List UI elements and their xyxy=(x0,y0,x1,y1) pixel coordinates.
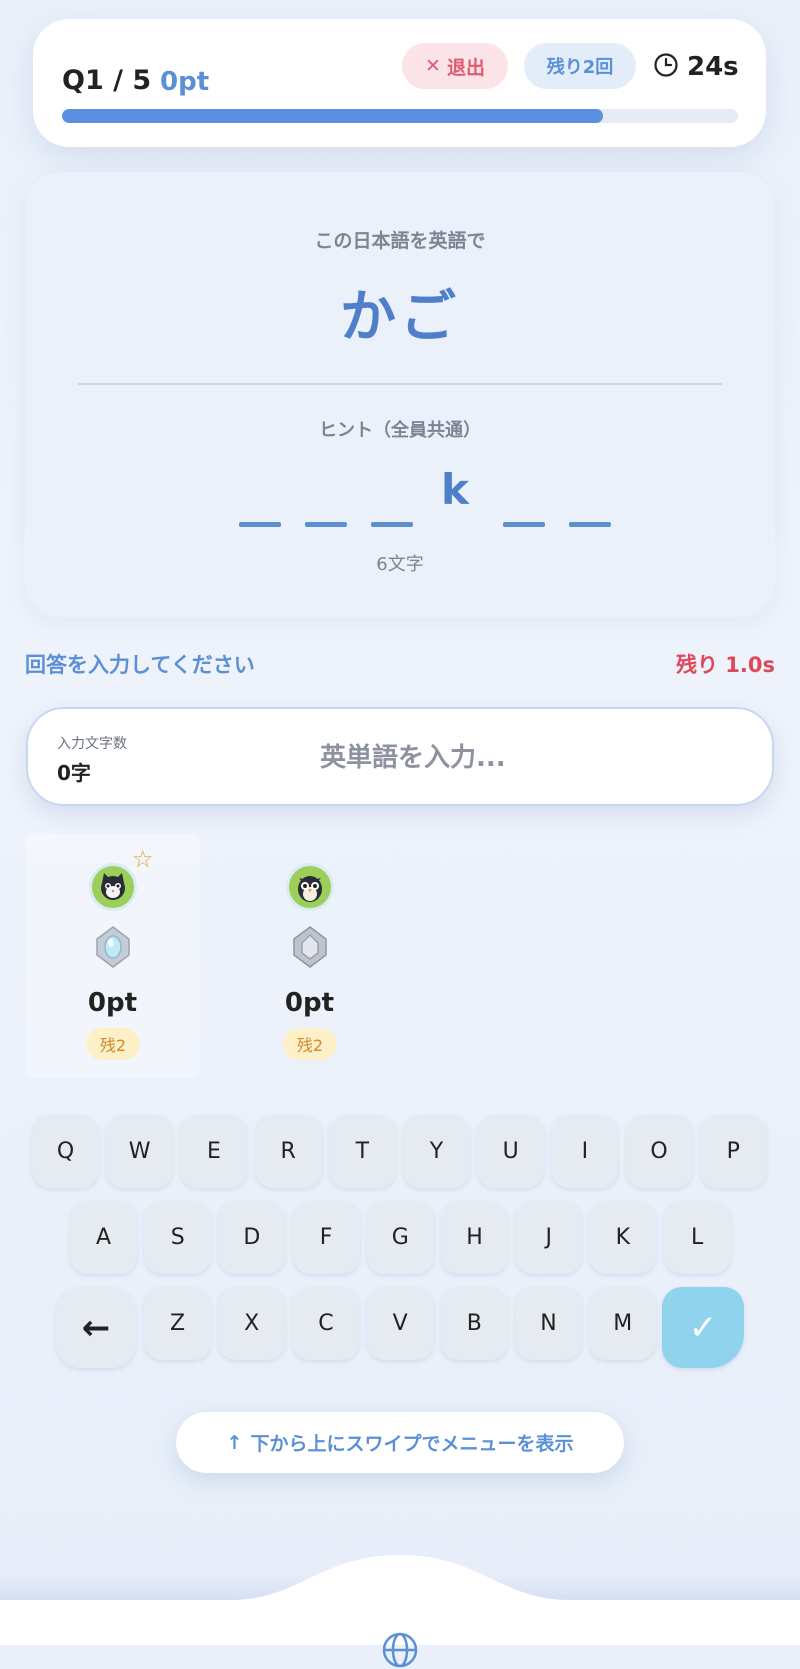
key-w[interactable]: W xyxy=(106,1115,174,1188)
submit-key[interactable]: ✓ xyxy=(662,1287,744,1368)
question-counter: Q1 / 5 xyxy=(62,65,152,96)
player-remaining-badge: 残2 xyxy=(86,1028,140,1060)
key-q[interactable]: Q xyxy=(32,1115,99,1188)
progress-bar xyxy=(62,109,738,123)
answer-input-box[interactable]: 入力文字数 0字 xyxy=(26,707,774,806)
answer-label: 回答を入力してください xyxy=(25,653,255,677)
timer-value: 24s xyxy=(687,52,739,82)
key-f[interactable]: F xyxy=(292,1201,360,1274)
timer: 24s xyxy=(653,49,739,85)
player-points: 0pt xyxy=(284,988,335,1018)
hint-letter: k xyxy=(441,465,469,514)
remaining-attempts-badge: 残り2回 xyxy=(524,43,636,89)
hint-blank xyxy=(503,522,545,527)
game-header: Q1 / 5 0pt ✕ 退出 残り2回 24s xyxy=(33,19,766,147)
key-r[interactable]: R xyxy=(254,1115,322,1188)
hint-slot xyxy=(305,467,347,527)
key-c[interactable]: C xyxy=(292,1287,360,1360)
key-i[interactable]: I xyxy=(551,1115,619,1188)
char-count-value: 0字 xyxy=(57,761,91,785)
key-x[interactable]: X xyxy=(218,1287,286,1360)
answer-input[interactable] xyxy=(318,733,722,783)
clock-icon xyxy=(653,52,679,82)
key-a[interactable]: A xyxy=(70,1201,137,1274)
swipe-hint-text: 下から上にスワイプでメニューを表示 xyxy=(250,1433,574,1455)
hint-blank xyxy=(371,522,413,527)
question-card: この日本語を英語で かご ヒント（全員共通） k 6文字 xyxy=(25,172,775,617)
close-icon: ✕ xyxy=(425,55,441,77)
hint-slot xyxy=(569,467,611,527)
key-p[interactable]: P xyxy=(699,1115,767,1188)
globe-icon[interactable] xyxy=(381,1631,419,1669)
key-e[interactable]: E xyxy=(180,1115,248,1188)
score-points: 0pt xyxy=(160,67,210,97)
key-g[interactable]: G xyxy=(366,1201,434,1274)
owl-icon xyxy=(286,863,334,911)
key-l[interactable]: L xyxy=(663,1201,731,1274)
divider xyxy=(78,383,722,385)
key-u[interactable]: U xyxy=(477,1115,545,1188)
hint-slot: k xyxy=(434,465,476,527)
arrow-up-icon: ↑ xyxy=(226,1431,243,1454)
key-d[interactable]: D xyxy=(218,1201,286,1274)
hint-blank xyxy=(305,522,347,527)
backspace-key[interactable]: ← xyxy=(56,1287,136,1368)
hint-slot xyxy=(371,467,413,527)
key-o[interactable]: O xyxy=(625,1115,693,1188)
crystal-rank-icon xyxy=(290,925,330,969)
hint-slot xyxy=(503,467,545,527)
player-remaining-badge: 残2 xyxy=(283,1028,337,1060)
star-icon: ☆ xyxy=(132,845,154,873)
hint-slots: k xyxy=(215,465,615,527)
hint-blank xyxy=(569,522,611,527)
key-m[interactable]: M xyxy=(589,1287,657,1360)
key-z[interactable]: Z xyxy=(144,1287,211,1360)
key-b[interactable]: B xyxy=(440,1287,508,1360)
key-n[interactable]: N xyxy=(515,1287,582,1360)
exit-button-label: 退出 xyxy=(446,56,485,79)
key-v[interactable]: V xyxy=(366,1287,434,1360)
hint-slot xyxy=(239,467,281,527)
key-j[interactable]: J xyxy=(515,1201,583,1274)
hint-label: ヒント（全員共通） xyxy=(319,420,481,441)
key-s[interactable]: S xyxy=(144,1201,212,1274)
hint-blank xyxy=(239,522,281,527)
remaining-time: 残り 1.0s xyxy=(675,653,775,677)
key-t[interactable]: T xyxy=(328,1115,396,1188)
swipe-hint[interactable]: ↑ 下から上にスワイプでメニューを表示 xyxy=(176,1412,624,1473)
players-panel: ☆ 0pt 残2 0pt 残2 xyxy=(25,833,775,1078)
char-count-label: 入力文字数 xyxy=(57,736,127,752)
key-h[interactable]: H xyxy=(441,1201,508,1274)
cat-icon xyxy=(89,863,137,911)
exit-button[interactable]: ✕ 退出 xyxy=(402,43,508,89)
crystal-rank-icon xyxy=(93,925,133,969)
question-prompt: この日本語を英語で xyxy=(314,230,486,252)
progress-fill xyxy=(62,109,603,123)
key-y[interactable]: Y xyxy=(403,1115,470,1188)
key-k[interactable]: K xyxy=(589,1201,657,1274)
player-card: 0pt 残2 xyxy=(222,833,397,1078)
letter-count: 6文字 xyxy=(376,554,424,575)
question-word: かご xyxy=(340,285,460,350)
player-card: ☆ 0pt 残2 xyxy=(25,833,200,1078)
player-points: 0pt xyxy=(87,988,138,1018)
